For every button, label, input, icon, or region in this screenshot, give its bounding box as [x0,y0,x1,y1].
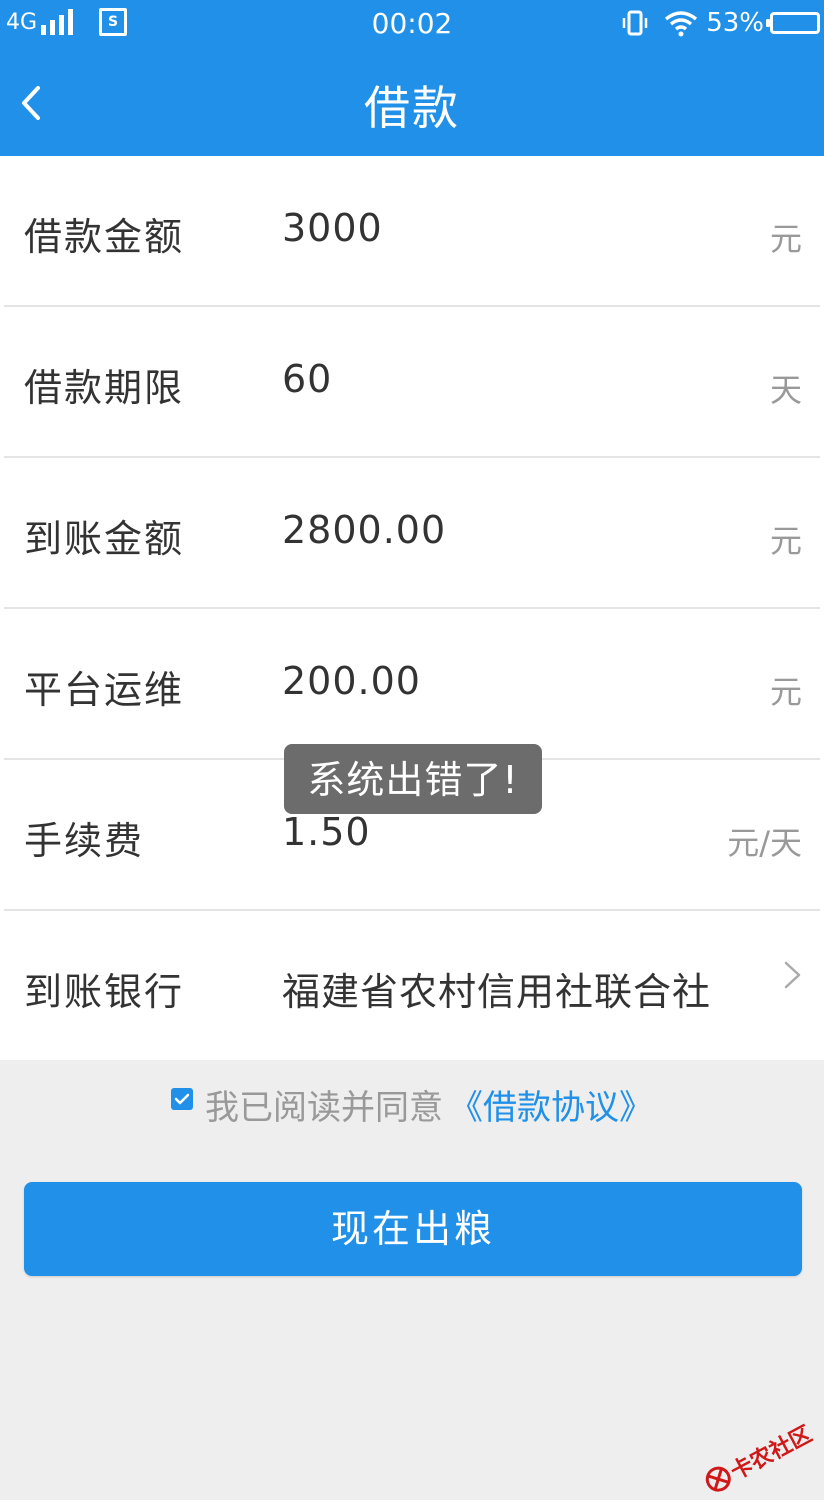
received-amount-value: 2800.00 [282,508,447,552]
chevron-right-icon[interactable] [782,955,804,995]
service-fee-value: 1.50 [282,810,371,854]
loan-term-value[interactable]: 60 [282,357,332,401]
service-fee-label: 手续费 [24,819,145,863]
submit-button[interactable]: 现在出粮 [24,1182,802,1276]
received-amount-label: 到账金额 [24,517,185,561]
service-fee-unit: 元/天 [727,824,802,862]
receiving-bank-label: 到账银行 [24,970,185,1014]
page-title: 借款 [364,81,460,135]
agreement-line: 我已阅读并同意 《借款协议》 [171,1080,653,1129]
battery-percent: 53% [706,8,764,38]
platform-fee-unit: 元 [769,673,802,711]
wifi-icon [665,11,698,37]
loan-term-label: 借款期限 [24,366,185,410]
platform-fee-value: 200.00 [282,659,421,703]
agreement-checkbox[interactable] [171,1087,193,1110]
platform-fee-row: 平台运维 200.00 元 [4,609,820,760]
vibrate-icon [622,10,648,36]
watermark: 卡农社区 [699,1417,816,1500]
nav-bar: 借款 [0,52,824,156]
loan-amount-value[interactable]: 3000 [282,206,383,250]
loan-form: 借款金额 3000 元 借款期限 60 天 到账金额 2800.00 元 平台运… [0,156,824,1060]
agreement-text: 我已阅读并同意 [205,1088,443,1128]
loan-amount-unit: 元 [769,220,802,258]
loan-amount-label: 借款金额 [24,215,185,259]
receiving-bank-value: 福建省农村信用社联合社 [282,970,712,1014]
platform-fee-label: 平台运维 [24,668,185,712]
agreement-link[interactable]: 《借款协议》 [449,1080,653,1129]
loan-app: 4G S 00:02 53% 借款 借款金额 3000 元 借款期限 60 天 … [0,0,824,1500]
status-right: 53% [620,8,820,38]
loan-amount-row[interactable]: 借款金额 3000 元 [4,156,820,307]
header: 4G S 00:02 53% 借款 [0,0,824,156]
received-amount-unit: 元 [769,522,802,560]
checkmark-icon [174,1093,190,1104]
receiving-bank-row[interactable]: 到账银行 福建省农村信用社联合社 [4,911,820,1060]
error-toast: 系统出错了! [284,744,542,814]
loan-term-unit: 天 [769,371,802,409]
agreement: 我已阅读并同意 《借款协议》 [0,1080,824,1129]
loan-term-row[interactable]: 借款期限 60 天 [4,307,820,458]
status-bar: 4G S 00:02 53% [0,0,824,52]
received-amount-row: 到账金额 2800.00 元 [4,458,820,609]
battery-icon [766,12,820,34]
watermark-text: 卡农社区 [726,1421,817,1486]
